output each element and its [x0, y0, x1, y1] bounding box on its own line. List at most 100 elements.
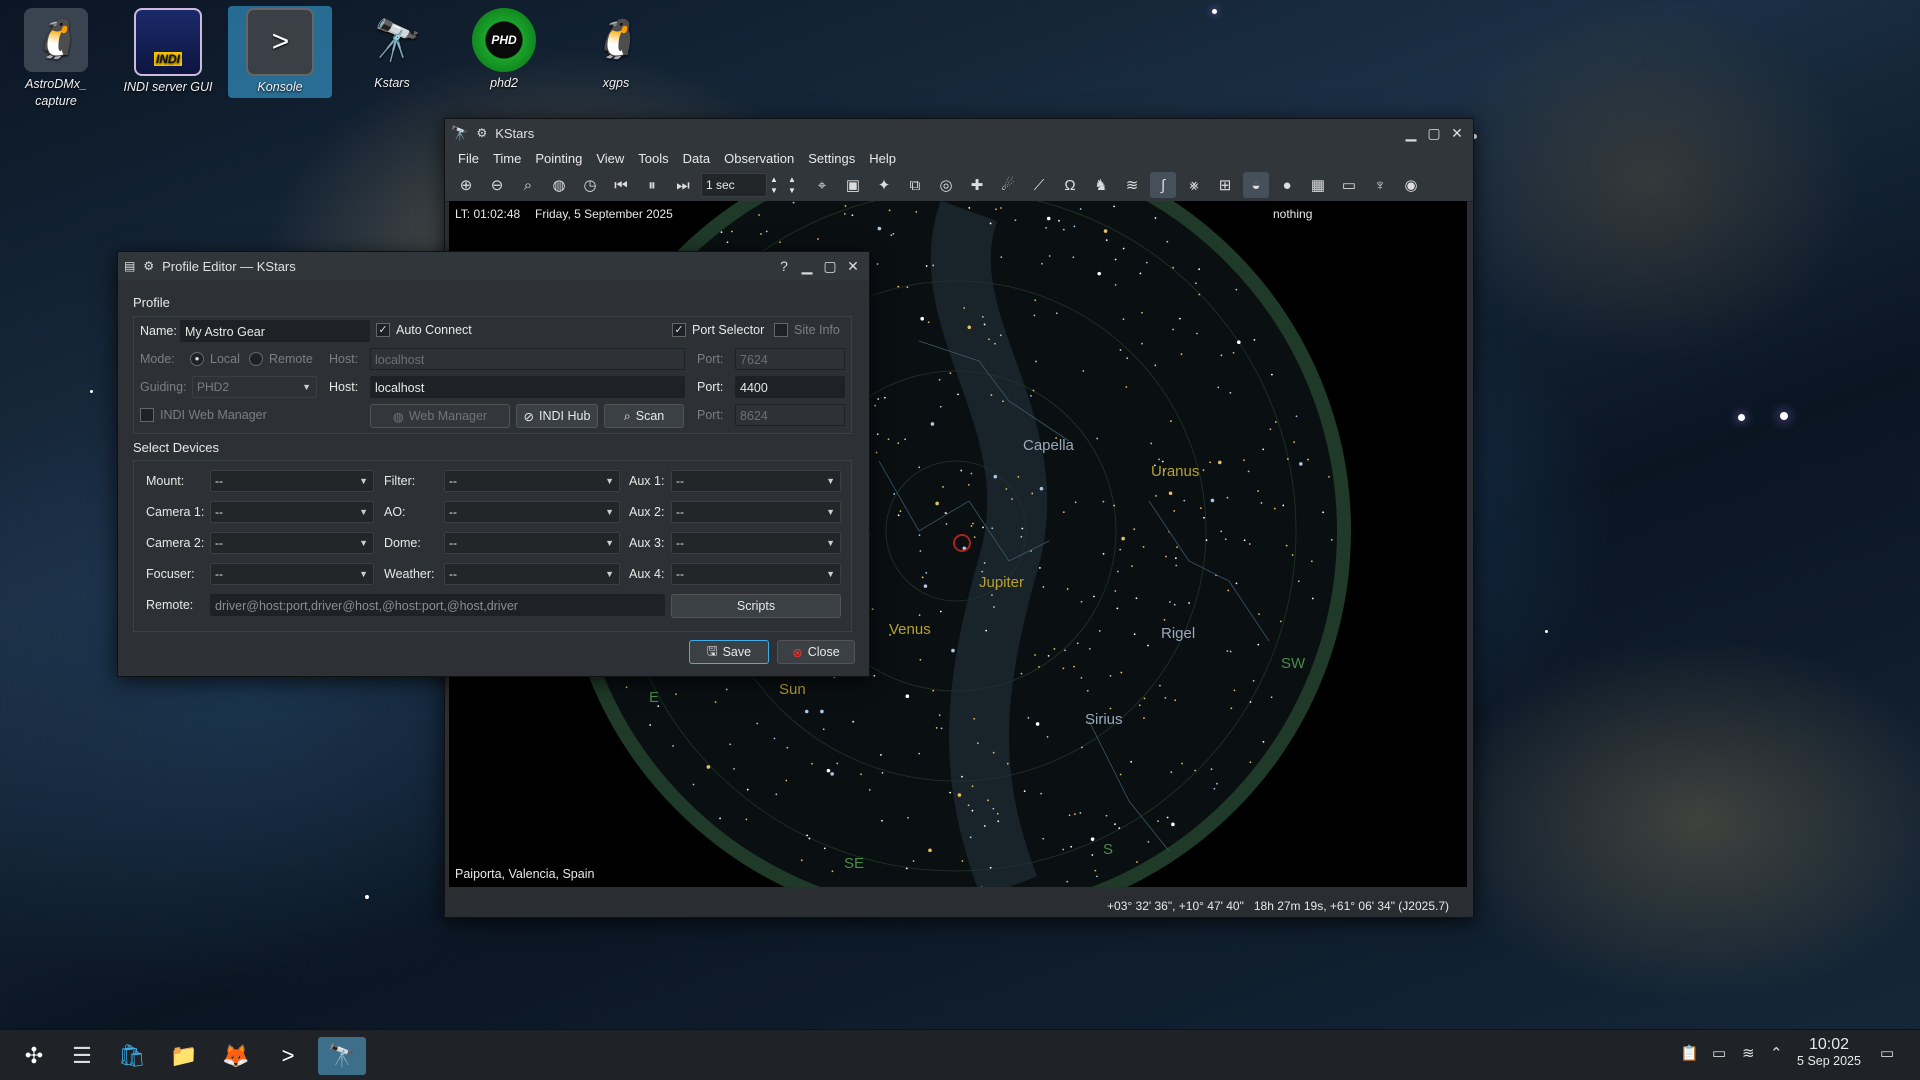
horizontal-grid-icon[interactable]: ⨳ [1181, 172, 1207, 198]
kstars-titlebar[interactable]: 🔭 ⚙ KStars ▁ ▢ ✕ [445, 119, 1473, 147]
web-port-field[interactable]: 8624 [735, 404, 845, 426]
minimize-icon[interactable]: ▁ [1401, 123, 1421, 143]
port-selector-checkbox[interactable]: ✓ Port Selector [672, 323, 764, 337]
filter-combo[interactable]: -- ▼ [444, 470, 620, 492]
weather-combo[interactable]: -- ▼ [444, 563, 620, 585]
menu-pointing[interactable]: Pointing [535, 151, 582, 166]
camera1-combo[interactable]: -- ▼ [210, 501, 374, 523]
scan-button[interactable]: ⌕ Scan [604, 404, 684, 428]
sky-label-capella[interactable]: Capella [1023, 437, 1074, 454]
menu-settings[interactable]: Settings [808, 151, 855, 166]
mount-combo[interactable]: -- ▼ [210, 470, 374, 492]
desktop-icon-konsole[interactable]: > Konsole [228, 6, 332, 98]
close-icon[interactable]: ✕ [1447, 123, 1467, 143]
hips-icon[interactable]: ▦ [1305, 172, 1331, 198]
help-icon[interactable]: ? [774, 256, 794, 276]
remote-field[interactable]: driver@host:port,driver@host,@host:port,… [210, 594, 665, 616]
discover-icon[interactable]: 🛍 [112, 1037, 152, 1075]
host-field[interactable]: localhost [370, 348, 685, 370]
minimize-icon[interactable]: ▁ [797, 256, 817, 276]
close-icon[interactable]: ✕ [843, 256, 863, 276]
scripts-button[interactable]: Scripts [671, 594, 841, 618]
menu-tools[interactable]: Tools [638, 151, 668, 166]
sky-label-rigel[interactable]: Rigel [1161, 625, 1195, 642]
aux3-combo[interactable]: -- ▼ [671, 532, 841, 554]
star-icon[interactable]: ✚ [964, 172, 990, 198]
mode-remote-radio[interactable]: Remote [249, 352, 313, 366]
desktop-icon-kstars[interactable]: 🔭 Kstars [340, 6, 444, 91]
find-icon[interactable]: ⌕ [515, 172, 541, 198]
desktop-icon-astrodmx[interactable]: 🐧 AstroDMx_ capture [4, 6, 108, 110]
desktop-icon-phd2[interactable]: PHD phd2 [452, 6, 556, 90]
clipboard-icon[interactable]: 📋 [1680, 1044, 1699, 1062]
horizon-icon[interactable]: ◒ [1243, 172, 1269, 198]
sensor-fov-icon[interactable]: ▭ [1336, 172, 1362, 198]
constellation-lines-icon[interactable]: ⟋ [1026, 172, 1052, 198]
storage-icon[interactable]: ▭ [1712, 1044, 1726, 1062]
clock[interactable]: 10:02 5 Sep 2025 [1794, 1036, 1864, 1068]
pause-icon[interactable]: ⏸ [639, 172, 665, 198]
ecliptic-icon[interactable]: ⊞ [1212, 172, 1238, 198]
crosshair-icon[interactable]: ⌖ [809, 172, 835, 198]
globe-icon[interactable]: ◍ [546, 172, 572, 198]
constellation-art-icon[interactable]: ♞ [1088, 172, 1114, 198]
aux2-combo[interactable]: -- ▼ [671, 501, 841, 523]
system-settings-icon[interactable]: ☰ [62, 1037, 102, 1075]
desktop-icon-xgps[interactable]: 🐧 xgps [564, 6, 668, 90]
indi-web-manager-checkbox[interactable]: INDI Web Manager [140, 408, 267, 422]
zoom-out-icon[interactable]: ⊖ [484, 172, 510, 198]
show-desktop-icon[interactable]: ▭ [1880, 1044, 1894, 1062]
close-button[interactable]: ⊗ Close [777, 640, 855, 664]
app-launcher-icon[interactable]: ✣ [14, 1037, 54, 1075]
sky-label-venus[interactable]: Venus [889, 621, 931, 638]
konsole-taskbar-icon[interactable]: > [268, 1037, 308, 1075]
spin-arrows-icon[interactable]: ▲ ▼ [767, 174, 781, 196]
menu-view[interactable]: View [596, 151, 624, 166]
guide-port-field[interactable]: 4400 [735, 376, 845, 398]
kstars-taskbar-icon[interactable]: 🔭 [318, 1037, 366, 1075]
sky-label-jupiter[interactable]: Jupiter [979, 574, 1024, 591]
mode-local-radio[interactable]: ● Local [190, 352, 240, 366]
save-button[interactable]: 🖫 Save [689, 640, 769, 664]
profile-editor-titlebar[interactable]: ▤ ⚙ Profile Editor — KStars ? ▁ ▢ ✕ [118, 252, 869, 280]
desktop-icon-indi-server[interactable]: INDI INDI server GUI [116, 6, 220, 94]
sky-label-sirius[interactable]: Sirius [1085, 711, 1123, 728]
aux1-combo[interactable]: -- ▼ [671, 470, 841, 492]
guiding-combo[interactable]: PHD2 ▼ [192, 376, 317, 398]
spin-arrows-icon[interactable]: ▲ ▼ [785, 174, 799, 196]
menu-time[interactable]: Time [493, 151, 521, 166]
file-manager-icon[interactable]: 📁 [164, 1037, 204, 1075]
time-step-spinbox[interactable]: 1 sec [701, 173, 767, 197]
skip-back-icon[interactable]: ⏮ [608, 172, 634, 198]
window-menu-icon[interactable]: ▤ [124, 259, 135, 273]
guide-host-field[interactable]: localhost [370, 376, 685, 398]
pin-icon[interactable]: ⚙ [476, 126, 487, 140]
sky-label-uranus[interactable]: Uranus [1151, 463, 1199, 480]
deep-sky-icon[interactable]: ⧉ [902, 172, 928, 198]
aux4-combo[interactable]: -- ▼ [671, 563, 841, 585]
menu-data[interactable]: Data [683, 151, 710, 166]
skip-forward-icon[interactable]: ⏭ [670, 172, 696, 198]
menu-observation[interactable]: Observation [724, 151, 794, 166]
pin-icon[interactable]: ⚙ [143, 259, 154, 273]
maximize-icon[interactable]: ▢ [1424, 123, 1444, 143]
equatorial-grid-icon[interactable]: ∫ [1150, 172, 1176, 198]
eye-icon[interactable]: ◉ [1398, 172, 1424, 198]
zoom-in-icon[interactable]: ⊕ [453, 172, 479, 198]
target-icon[interactable]: ◎ [933, 172, 959, 198]
name-field[interactable]: My Astro Gear [180, 320, 370, 342]
ao-combo[interactable]: -- ▼ [444, 501, 620, 523]
firefox-icon[interactable]: 🦊 [216, 1037, 256, 1075]
telescope-fov-icon[interactable]: ♆ [1367, 172, 1393, 198]
focuser-combo[interactable]: -- ▼ [210, 563, 374, 585]
clock-icon[interactable]: ◷ [577, 172, 603, 198]
port-field[interactable]: 7624 [735, 348, 845, 370]
web-manager-button[interactable]: ◍ Web Manager [370, 404, 510, 428]
milky-way-icon[interactable]: ≋ [1119, 172, 1145, 198]
menu-help[interactable]: Help [869, 151, 896, 166]
maximize-icon[interactable]: ▢ [820, 256, 840, 276]
comet-icon[interactable]: ☄ [995, 172, 1021, 198]
sky-label-sun[interactable]: Sun [779, 681, 806, 698]
wifi-icon[interactable]: ≋ [1742, 1044, 1755, 1062]
constellation-names-icon[interactable]: Ω [1057, 172, 1083, 198]
